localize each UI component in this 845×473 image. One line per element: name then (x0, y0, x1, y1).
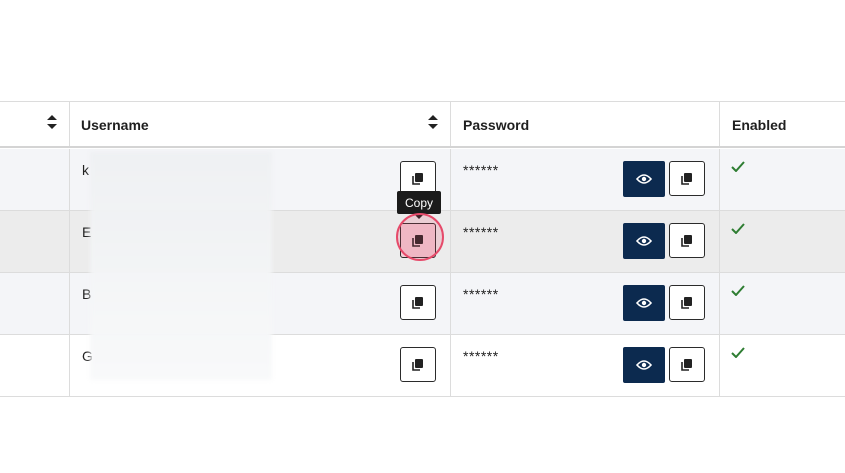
copy-icon (412, 296, 423, 309)
copy-icon (681, 296, 692, 309)
eye-icon (636, 298, 652, 308)
copy-icon (412, 172, 423, 185)
check-icon (731, 161, 745, 172)
check-icon (731, 347, 745, 358)
copy-icon (681, 234, 692, 247)
copy-username-button[interactable] (400, 285, 436, 320)
show-password-button[interactable] (623, 223, 665, 259)
username-cell: k (82, 162, 89, 178)
show-password-button[interactable] (623, 347, 665, 383)
password-cell: ****** (463, 286, 499, 302)
copy-username-button[interactable] (400, 347, 436, 382)
check-icon (731, 285, 745, 296)
password-cell: ****** (463, 348, 499, 364)
eye-icon (636, 360, 652, 370)
password-header: Password (463, 117, 530, 133)
copy-icon (412, 358, 423, 371)
enabled-header: Enabled (732, 117, 787, 133)
show-password-button[interactable] (623, 161, 665, 197)
copy-password-button[interactable] (669, 285, 705, 320)
sort-icon[interactable] (47, 115, 57, 129)
copy-password-button[interactable] (669, 347, 705, 382)
username-header[interactable]: Username (81, 117, 149, 133)
show-password-button[interactable] (623, 285, 665, 321)
copy-password-button[interactable] (669, 161, 705, 196)
copy-icon (681, 358, 692, 371)
eye-icon (636, 174, 652, 184)
copy-tooltip: Copy (397, 191, 441, 219)
password-cell: ****** (463, 162, 499, 178)
redaction-blur (90, 152, 272, 380)
table-header: Username Password Enabled (0, 101, 845, 148)
click-highlight (396, 213, 444, 261)
copy-password-button[interactable] (669, 223, 705, 258)
copy-icon (681, 172, 692, 185)
password-cell: ****** (463, 224, 499, 240)
sort-icon[interactable] (428, 115, 438, 129)
check-icon (731, 223, 745, 234)
eye-icon (636, 236, 652, 246)
